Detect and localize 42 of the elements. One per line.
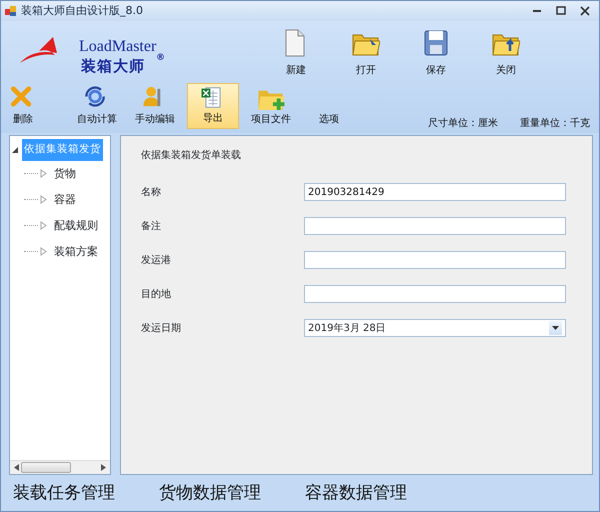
input-field[interactable] [304,217,566,235]
tab[interactable]: 装载任务管理 [13,481,115,507]
dropdown-icon [552,326,559,330]
app-icon [5,5,17,17]
tab[interactable]: 货物数据管理 [159,481,261,507]
input-field[interactable] [304,251,566,269]
form-heading: 依据集装箱发货单装载 [141,148,241,163]
toolbar-button[interactable]: 手动编辑 [129,83,181,129]
minimize-icon [533,10,541,12]
logo-text: LoadMaster [79,39,156,55]
toolbar-button[interactable]: 新建 [271,27,321,80]
tree-item[interactable]: 配载规则 [54,218,98,234]
tree-item[interactable]: 货物 [54,166,76,182]
maximize-icon [556,6,566,16]
toolbar-button[interactable]: 导出 [187,83,239,129]
toolbar-button[interactable]: 自动计算 [71,83,123,129]
tree-item[interactable]: 装箱方案 [54,244,98,260]
scrollbar[interactable] [10,460,110,474]
input-field[interactable]: 201903281429 [304,183,566,201]
logo-tagline: 装箱大师 [81,59,145,74]
toolbar-button[interactable]: 删除 [5,83,41,129]
tree-item[interactable]: 容器 [54,192,76,208]
input-field[interactable] [304,285,566,303]
field-label: 名称 [141,186,162,200]
field-label: 发运日期 [141,322,182,336]
left-arrow-icon [14,464,19,471]
field-label: 备注 [141,220,162,234]
toolbar-button[interactable]: 关闭 [481,27,531,80]
field-label: 目的地 [141,288,172,302]
close-icon [580,6,590,16]
toolbar-button[interactable]: 项目文件 [245,83,297,129]
date-field[interactable]: 2019年3月 28日 [304,319,566,337]
registered-mark: ® [156,54,165,63]
field-label: 发运港 [141,254,172,268]
toolbar-button[interactable]: 打开 [341,27,391,80]
unit-label: 重量单位：千克 [520,116,590,131]
toolbar-button[interactable]: 保存 [411,27,461,80]
window-title: 装箱大师自由设计版_8.0 [21,2,144,19]
unit-label: 尺寸单位：厘米 [428,116,498,131]
right-arrow-icon [101,464,106,471]
toolbar-button[interactable]: 选项 [303,83,355,129]
tab[interactable]: 容器数据管理 [305,481,407,507]
